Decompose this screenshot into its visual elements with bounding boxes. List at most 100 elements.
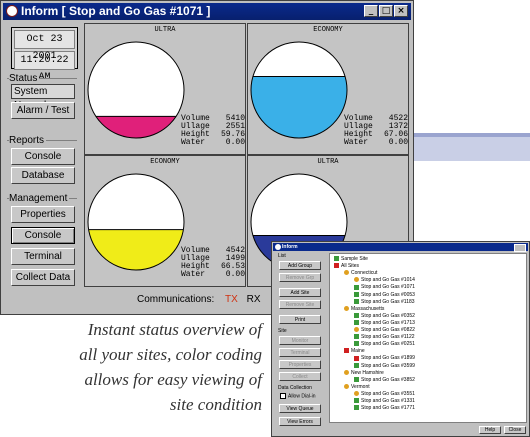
tank-stat-label: Water [181,138,206,147]
tree-site-item[interactable]: Stop and Go Gas #3551 [354,391,415,397]
title-bar[interactable]: Inform [ Stop and Go Gas #1071 ] _ □ × [3,3,411,20]
tree-site-item[interactable]: Stop and Go Gas #3852 [354,377,415,383]
tank-gauge [87,173,185,271]
view-queue-button[interactable]: View Queue [279,404,321,413]
tree-item-label: Stop and Go Gas #1183 [361,298,415,305]
tx-indicator: TX [225,294,238,305]
tree-item-label: Stop and Go Gas #0822 [361,327,415,333]
ok-status-icon [354,376,359,382]
ok-status-icon [354,291,359,297]
alarm-status-icon [344,348,349,354]
caption: Instant status overview of all your site… [0,317,262,417]
tank-panel[interactable]: ECONOMY Volume 4542 Ullage 1499 Height 66.53 Wa… [84,155,246,287]
tree-site-item[interactable]: Stop and Go Gas #1071 [354,284,415,290]
app-icon [6,5,18,17]
status-value: System Normal [11,84,75,111]
collect-data-button[interactable]: Collect Data [11,269,75,286]
ok-status-icon [354,334,359,340]
warn-status-icon [354,327,359,333]
view-errors-button[interactable]: View Errors [279,417,321,426]
warn-status-icon [344,369,349,375]
tree-site-item[interactable]: Stop and Go Gas #1771 [354,405,415,411]
monitor-button[interactable]: Monitor [279,336,321,345]
tree-item-label: New Hamshire [351,369,384,376]
tree-group-item[interactable]: Vermont [344,384,370,390]
properties-button[interactable]: Properties [11,206,75,223]
collect-button[interactable]: Collect [279,372,321,381]
tree-item-label: Stop and Go Gas #0251 [361,341,415,348]
terminal-button[interactable]: Terminal [11,248,75,265]
alarm-test-button[interactable]: Alarm / Test [11,102,75,119]
site-terminal-button[interactable]: Terminal [279,348,321,357]
close-button[interactable]: × [394,5,408,17]
tree-item-label: Sample Site [341,256,368,262]
management-console-button[interactable]: Console [11,227,75,244]
tree-group-item[interactable]: New Hamshire [344,370,384,376]
remove-site-button[interactable]: Remove Site [279,300,321,309]
management-group-label: Management [9,193,70,204]
warn-status-icon [354,391,359,397]
tree-site-item[interactable]: Stop and Go Gas #0053 [354,292,415,298]
site-properties-button[interactable]: Properties [279,360,321,369]
tree-site-item[interactable]: Stop and Go Gas #1014 [354,277,415,283]
minimize-button[interactable]: _ [364,5,378,17]
tank-stats: Volume 4542 Ullage 1499 Height 66.53 Water 0.00 [181,247,245,279]
tank-stat-water: Water 0.00 [344,139,408,147]
reports-group-label: Reports [9,135,47,146]
tank-stat-water: Water 0.00 [181,139,245,147]
ok-status-icon [334,256,339,262]
ok-status-icon [354,405,359,411]
warn-status-icon [344,383,349,389]
reports-console-button[interactable]: Console [11,148,75,165]
tree-group-item[interactable]: Sample Site [334,256,368,262]
site-list-title-bar[interactable]: Inform [273,243,528,252]
tree-site-item[interactable]: Stop and Go Gas #0822 [354,327,415,333]
tank-panel[interactable]: ULTRA Volume 5410 Ullage 2551 Height 59.76 Wate… [84,23,246,155]
time-display: 11:20:22 AM [14,51,75,83]
ok-status-icon [354,312,359,318]
tree-item-label: Stop and Go Gas #1014 [361,277,415,284]
tree-item-label: Stop and Go Gas #0352 [361,312,415,319]
allow-dial-in-checkbox[interactable]: Allow Dial-in [280,393,316,399]
app-icon [275,244,281,250]
site-list-title: Inform [282,244,298,250]
tree-group-item[interactable]: All Sites [334,263,359,269]
tree-group-item[interactable]: Connecticut [344,270,377,276]
tank-stat-label: Water [181,270,206,279]
tree-site-item[interactable]: Stop and Go Gas #1899 [354,355,415,361]
tree-item-label: Stop and Go Gas #1331 [361,398,415,404]
tree-site-item[interactable]: Stop and Go Gas #1183 [354,299,415,305]
data-collection-label: Data Collection [278,385,312,391]
add-group-button[interactable]: Add Group [279,261,321,270]
tree-site-item[interactable]: Stop and Go Gas #1331 [354,398,415,404]
tank-panel[interactable]: ECONOMY Volume 4522 Ullage 1372 Height 67.06 Wa… [247,23,409,155]
add-site-button[interactable]: Add Site [279,288,321,297]
checkbox-icon[interactable] [280,393,286,399]
tree-item-label: Stop and Go Gas #0053 [361,291,415,298]
tree-group-item[interactable]: Maine [344,348,365,354]
site-tree[interactable]: Sample Site All Sites Connecticut Stop and … [329,253,527,423]
list-group-label: List [278,253,286,259]
tree-item-label: Connecticut [351,270,378,277]
database-button[interactable]: Database [11,167,75,184]
tree-item-label: Stop and Go Gas #3551 [361,390,415,397]
alarm-status-icon [334,263,339,269]
ok-status-icon [354,341,359,347]
remove-group-button[interactable]: Remove Grp [279,273,321,282]
tree-site-item[interactable]: Stop and Go Gas #0251 [354,341,415,347]
close-button[interactable]: Close [504,426,526,434]
tree-site-item[interactable]: Stop and Go Gas #3599 [354,363,415,369]
ok-status-icon [354,320,359,326]
tree-group-item[interactable]: Massachusetts [344,306,384,312]
ok-status-icon [354,298,359,304]
alarm-status-icon [354,355,359,361]
allow-dial-in-label: Allow Dial-in [288,393,316,400]
help-button[interactable]: Help [479,426,501,434]
maximize-button[interactable]: □ [379,5,393,17]
tank-fill-level [251,76,347,138]
tree-site-item[interactable]: Stop and Go Gas #0352 [354,313,415,319]
tree-site-item[interactable]: Stop and Go Gas #1713 [354,320,415,326]
tree-site-item[interactable]: Stop and Go Gas #1122 [354,334,415,340]
print-button[interactable]: Print [279,315,321,324]
close-icon[interactable] [514,244,526,252]
